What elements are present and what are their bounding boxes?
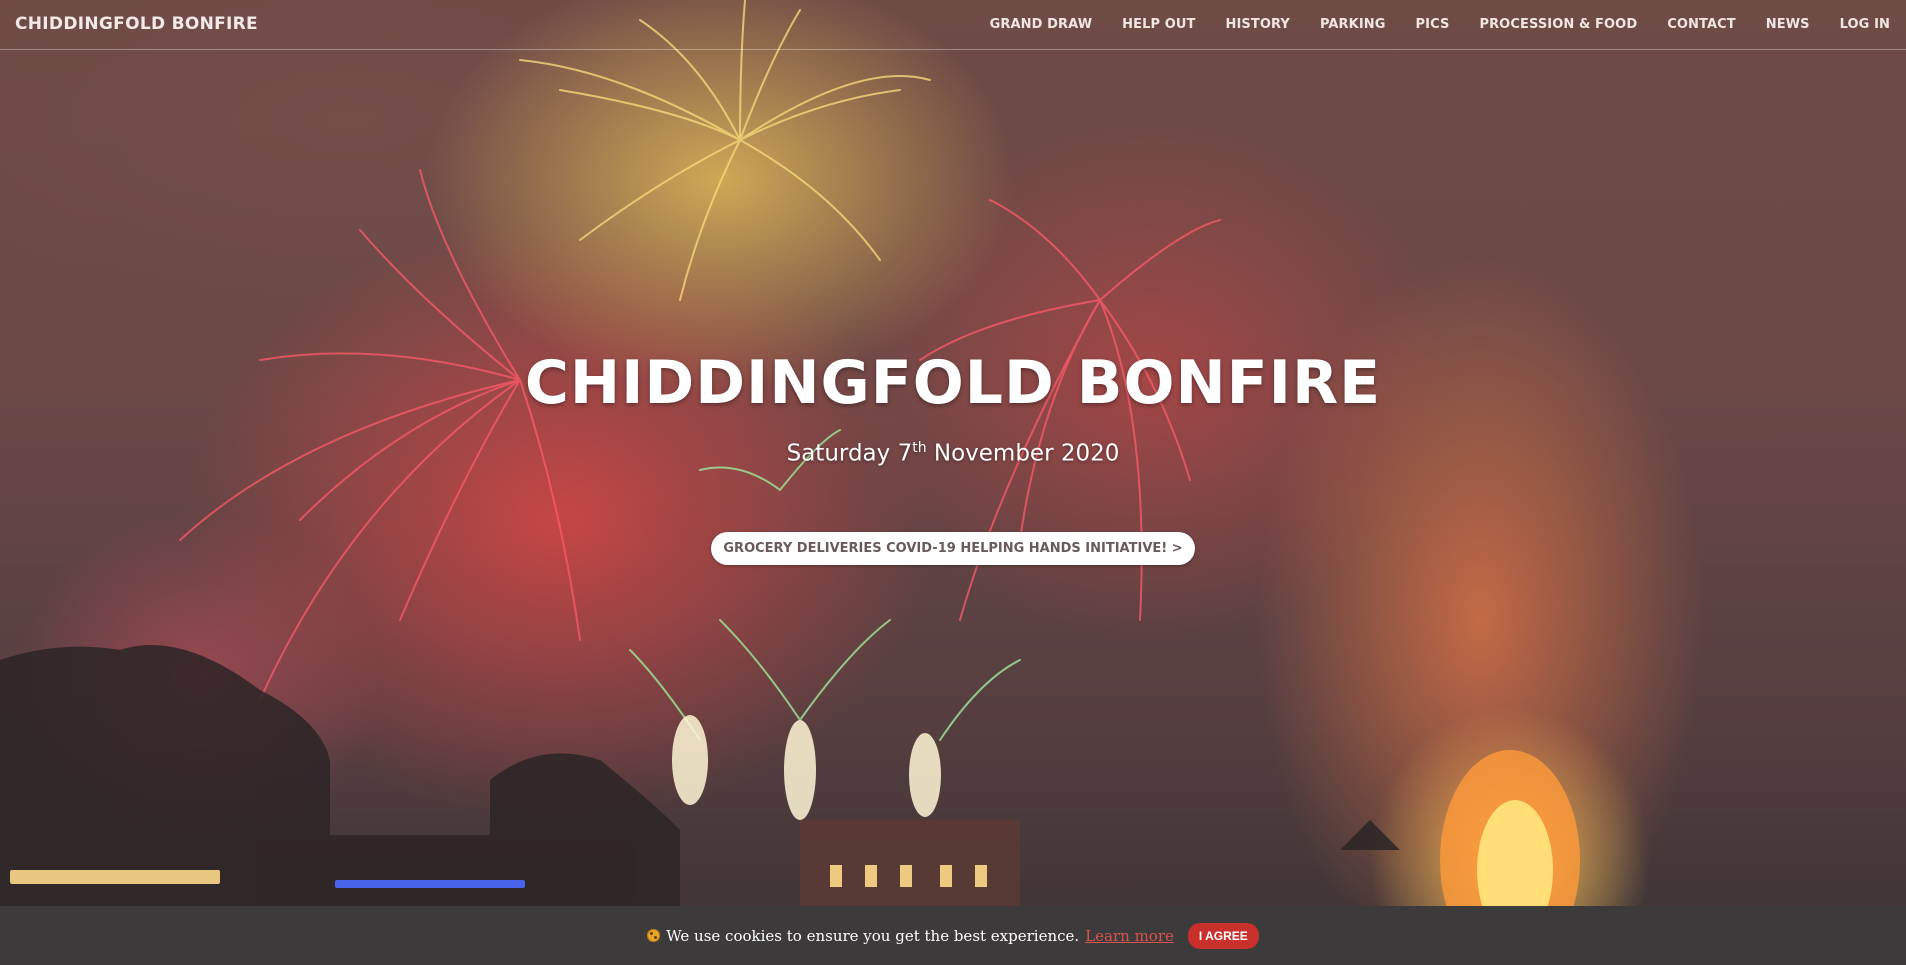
site-brand[interactable]: CHIDDINGFOLD BONFIRE: [15, 14, 258, 34]
nav-item-contact[interactable]: CONTACT: [1667, 17, 1736, 32]
nav-item-news[interactable]: NEWS: [1766, 17, 1810, 32]
top-navbar: CHIDDINGFOLD BONFIRE GRAND DRAW HELP OUT…: [0, 0, 1906, 50]
nav-item-history[interactable]: HISTORY: [1226, 17, 1290, 32]
nav-item-log-in[interactable]: LOG IN: [1840, 17, 1890, 32]
nav-item-grand-draw[interactable]: GRAND DRAW: [990, 17, 1093, 32]
event-date-rest: November 2020: [926, 440, 1120, 467]
nav-item-pics[interactable]: PICS: [1416, 17, 1450, 32]
cookie-consent-bar: We use cookies to ensure you get the bes…: [0, 906, 1906, 965]
hero-background: CHIDDINGFOLD BONFIRE GRAND DRAW HELP OUT…: [0, 0, 1906, 965]
nav-item-help-out[interactable]: HELP OUT: [1122, 17, 1195, 32]
fireworks-image: [0, 0, 1580, 965]
nav-item-parking[interactable]: PARKING: [1320, 17, 1386, 32]
cookie-icon: [647, 929, 661, 942]
event-date-prefix: Saturday 7: [786, 440, 913, 467]
main-menu: GRAND DRAW HELP OUT HISTORY PARKING PICS…: [960, 17, 1890, 32]
nav-item-procession-food[interactable]: PROCESSION & FOOD: [1479, 17, 1637, 32]
cta-container: GROCERY DELIVERIES COVID-19 HELPING HAND…: [0, 532, 1906, 565]
agree-button[interactable]: I AGREE: [1187, 922, 1259, 949]
event-date-ordinal: th: [912, 440, 927, 456]
event-date: Saturday 7th November 2020: [0, 440, 1906, 467]
cookie-message: We use cookies to ensure you get the bes…: [666, 926, 1080, 945]
grocery-deliveries-button[interactable]: GROCERY DELIVERIES COVID-19 HELPING HAND…: [711, 532, 1195, 565]
hero-title: CHIDDINGFOLD BONFIRE: [524, 348, 1382, 418]
learn-more-link[interactable]: Learn more: [1085, 927, 1174, 945]
